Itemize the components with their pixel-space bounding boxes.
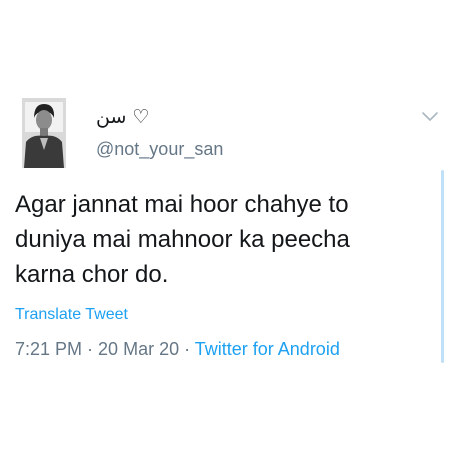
tweet-text-line: karna chor do. [15,261,169,288]
tweet-source-link[interactable]: Twitter for Android [195,339,340,359]
tweet-text: Agar jannat mai hoor chahye to duniya ma… [15,187,420,292]
translate-tweet-link[interactable]: Translate Tweet [15,306,128,324]
avatar[interactable] [22,98,66,168]
display-name[interactable]: سن ♡ [96,106,149,128]
tweet-date[interactable]: 20 Mar 20 [98,339,179,359]
chevron-down-icon[interactable] [421,110,439,124]
tweet-text-line: duniya mai mahnoor ka peecha [15,226,350,253]
tweet-time[interactable]: 7:21 PM [15,339,82,359]
separator: · [82,339,99,359]
scrollbar[interactable] [441,170,444,363]
separator: · [179,339,195,359]
tweet-text-line: Agar jannat mai hoor chahye to [15,191,349,218]
tweet-card: سن ♡ @not_your_san Agar jannat mai hoor … [0,0,450,450]
tweet-meta: 7:21 PM · 20 Mar 20 · Twitter for Androi… [15,339,340,360]
user-handle[interactable]: @not_your_san [96,139,223,160]
